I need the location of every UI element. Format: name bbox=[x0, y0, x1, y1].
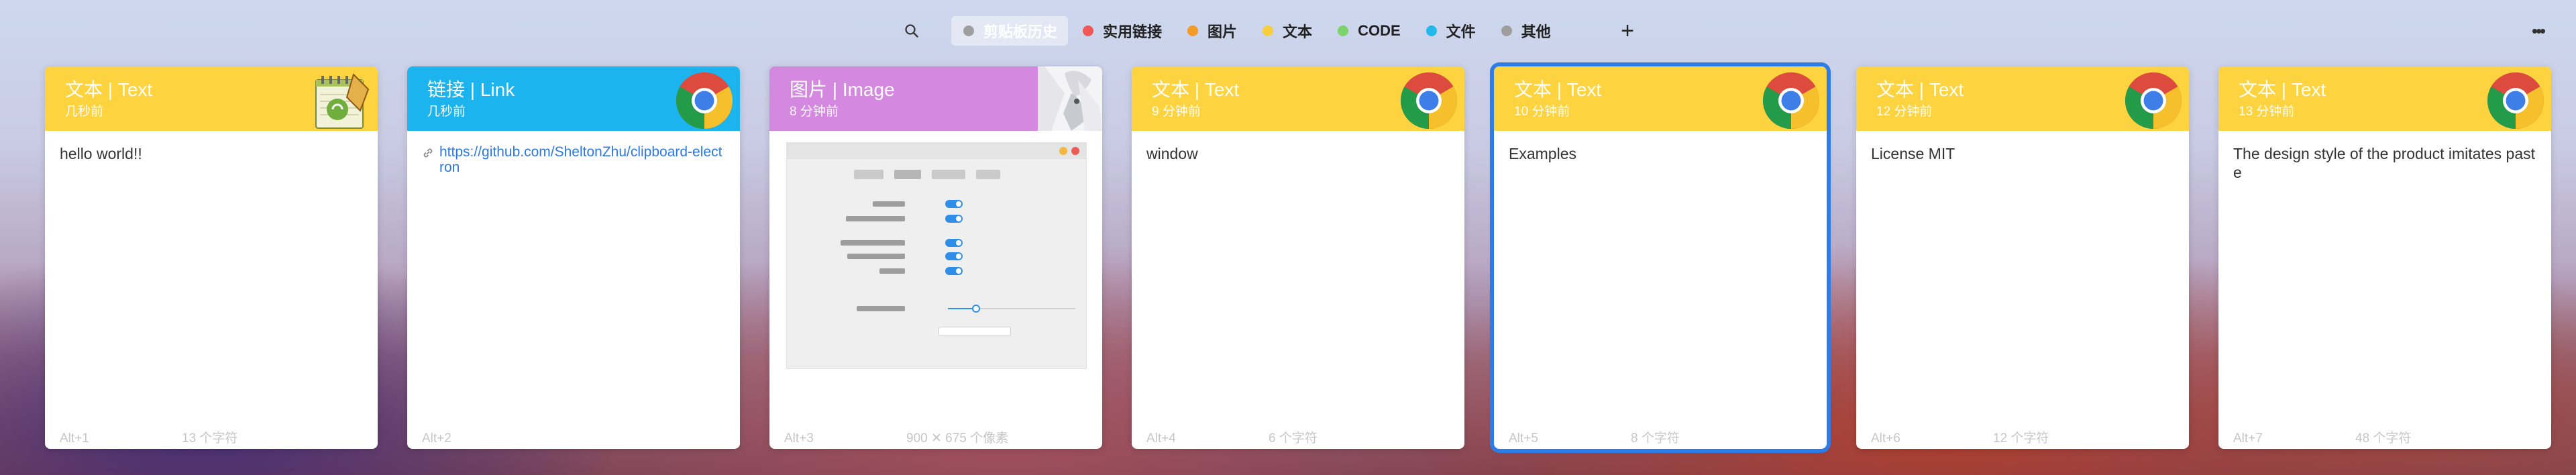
card-body bbox=[769, 131, 1102, 369]
preview-toggle-icon bbox=[945, 239, 963, 247]
card-text-content: The design style of the product imitates… bbox=[2233, 145, 2536, 181]
chrome-icon bbox=[676, 72, 733, 129]
clipboard-card[interactable]: 文本 | Text 12 分钟前 License MIT Alt+6 12 个字符 bbox=[1856, 66, 2189, 449]
card-header: 链接 | Link 几秒前 bbox=[407, 66, 740, 131]
card-body: https://github.com/SheltonZhu/clipboard-… bbox=[407, 131, 740, 175]
card-info: 13 个字符 bbox=[182, 431, 238, 445]
preview-tab bbox=[932, 170, 965, 179]
card-header: 图片 | Image 8 分钟前 bbox=[769, 66, 1102, 131]
preview-clear-button bbox=[938, 327, 1011, 336]
preview-slider-row bbox=[787, 304, 1086, 313]
preview-setting-label bbox=[873, 201, 905, 207]
preview-setting-row bbox=[787, 266, 1086, 276]
preview-toggle-icon bbox=[945, 215, 963, 223]
card-hotkey: Alt+2 bbox=[422, 431, 451, 445]
preview-setting-row bbox=[787, 238, 1086, 248]
image-preview bbox=[786, 142, 1087, 369]
card-footer: Alt+1 13 个字符 bbox=[60, 428, 237, 446]
chrome-icon bbox=[1762, 72, 1820, 129]
card-body: License MIT bbox=[1856, 131, 2189, 163]
preview-setting-label bbox=[846, 216, 905, 221]
preview-toggle-icon bbox=[945, 267, 963, 275]
link-icon bbox=[423, 148, 433, 158]
preview-setting-label bbox=[879, 268, 905, 274]
card-header: 文本 | Text 12 分钟前 bbox=[1856, 66, 2189, 131]
card-footer: Alt+4 6 个字符 bbox=[1146, 428, 1318, 446]
clipboard-card[interactable]: 图片 | Image 8 分钟前 Alt+3 900 ✕ 675 个像素 bbox=[769, 66, 1102, 449]
notepad-icon bbox=[315, 73, 370, 129]
card-footer: Alt+7 48 个字符 bbox=[2233, 428, 2411, 446]
card-text-content: hello world!! bbox=[60, 145, 142, 162]
clipboard-card[interactable]: 文本 | Text 几秒前 hello world!! Alt+1 13 个字符 bbox=[45, 66, 378, 449]
link-url[interactable]: https://github.com/SheltonZhu/clipboard-… bbox=[439, 144, 727, 175]
chrome-icon bbox=[1400, 72, 1458, 129]
chrome-icon bbox=[2125, 72, 2182, 129]
card-text-content: Examples bbox=[1509, 145, 1576, 162]
card-hotkey: Alt+5 bbox=[1509, 431, 1538, 445]
preview-setting-label bbox=[841, 240, 905, 246]
card-body: Examples bbox=[1494, 131, 1827, 163]
preview-tab bbox=[976, 170, 1000, 179]
card-hotkey: Alt+4 bbox=[1146, 431, 1176, 445]
card-hotkey: Alt+3 bbox=[784, 431, 814, 445]
card-footer: Alt+6 12 个字符 bbox=[1871, 428, 2049, 446]
card-hotkey: Alt+6 bbox=[1871, 431, 1900, 445]
card-info: 6 个字符 bbox=[1269, 431, 1318, 445]
preview-setting-row bbox=[787, 252, 1086, 261]
card-header: 文本 | Text 13 分钟前 bbox=[2218, 66, 2551, 131]
card-header: 文本 | Text 10 分钟前 bbox=[1494, 66, 1827, 131]
anime-thumbnail-icon bbox=[1038, 66, 1102, 131]
card-hotkey: Alt+1 bbox=[60, 431, 89, 445]
preview-window-bar bbox=[787, 143, 1086, 159]
clipboard-card[interactable]: 文本 | Text 10 分钟前 Examples Alt+5 8 个字符 bbox=[1494, 66, 1827, 449]
clipboard-card[interactable]: 文本 | Text 13 分钟前 The design style of the… bbox=[2218, 66, 2551, 449]
card-footer: Alt+3 900 ✕ 675 个像素 bbox=[784, 428, 1008, 446]
card-text-content: window bbox=[1146, 145, 1198, 162]
clipboard-cards: 文本 | Text 几秒前 hello world!! Alt+1 13 个字符 … bbox=[0, 0, 2576, 475]
card-info: 12 个字符 bbox=[1993, 431, 2049, 445]
card-body: hello world!! bbox=[45, 131, 378, 163]
card-body: The design style of the product imitates… bbox=[2218, 131, 2551, 182]
preview-toggle-icon bbox=[945, 252, 963, 260]
clipboard-card[interactable]: 文本 | Text 9 分钟前 window Alt+4 6 个字符 bbox=[1132, 66, 1464, 449]
card-info: 900 ✕ 675 个像素 bbox=[906, 431, 1009, 445]
close-icon bbox=[1071, 147, 1079, 155]
card-text-content: License MIT bbox=[1871, 145, 1955, 162]
preview-setting-label bbox=[857, 306, 905, 311]
preview-setting-label bbox=[847, 254, 905, 259]
preview-setting-row bbox=[787, 214, 1086, 223]
preview-slider bbox=[948, 305, 1075, 313]
card-header: 文本 | Text 几秒前 bbox=[45, 66, 378, 131]
card-footer: Alt+5 8 个字符 bbox=[1509, 428, 1680, 446]
preview-setting-row bbox=[787, 199, 1086, 209]
preview-toggle-icon bbox=[945, 200, 963, 208]
preview-tab bbox=[854, 170, 883, 179]
card-header: 文本 | Text 9 分钟前 bbox=[1132, 66, 1464, 131]
clipboard-card[interactable]: 链接 | Link 几秒前 https://github.com/Shelton… bbox=[407, 66, 740, 449]
card-info: 8 个字符 bbox=[1631, 431, 1680, 445]
preview-tab bbox=[894, 170, 921, 179]
link-content[interactable]: https://github.com/SheltonZhu/clipboard-… bbox=[422, 144, 727, 175]
preview-tabs bbox=[854, 170, 1000, 179]
card-info: 48 个字符 bbox=[2355, 431, 2412, 445]
minimize-icon bbox=[1059, 147, 1067, 155]
card-body: window bbox=[1132, 131, 1464, 163]
card-footer: Alt+2 bbox=[422, 431, 544, 446]
card-hotkey: Alt+7 bbox=[2233, 431, 2263, 445]
chrome-icon bbox=[2487, 72, 2544, 129]
